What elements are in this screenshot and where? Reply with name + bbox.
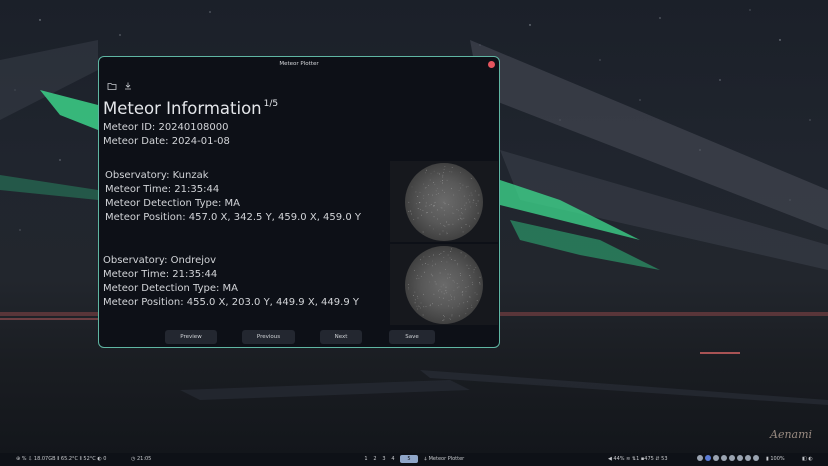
heading-text: Meteor Information xyxy=(103,99,262,118)
meteor-image-2 xyxy=(390,244,498,325)
page-indicator: 1/5 xyxy=(263,98,279,109)
download-icon[interactable] xyxy=(123,81,133,91)
workspace-3[interactable]: 3 xyxy=(380,455,388,463)
tray-icon-7[interactable] xyxy=(745,455,751,461)
window-title: Meteor Plotter xyxy=(279,61,319,67)
clock[interactable]: ◷ 21:05 xyxy=(131,456,151,462)
artist-signature: Aenami xyxy=(770,428,813,441)
network-status: ◀ 44% ≋ ⇅1 ▪475 ⇵ 53 xyxy=(608,456,668,462)
workspace-1[interactable]: 1 xyxy=(362,455,370,463)
system-tray xyxy=(697,455,761,462)
meteor-image-1 xyxy=(390,161,498,242)
battery-status: ▮ 100% xyxy=(766,456,785,462)
notification-icons[interactable]: ◧ ◐ xyxy=(802,456,813,462)
meteor-position-2: Meteor Position: 455.0 X, 203.0 Y, 449.9… xyxy=(103,297,359,308)
folder-icon[interactable] xyxy=(107,81,117,91)
observatory-2: Observatory: Ondrejov xyxy=(103,255,217,266)
tray-icon-6[interactable] xyxy=(737,455,743,461)
tray-icon-8[interactable] xyxy=(753,455,759,461)
observatory-1: Observatory: Kunzak xyxy=(105,170,209,181)
tray-icon-1[interactable] xyxy=(697,455,703,461)
previous-meteor-button[interactable]: Previous Meteor xyxy=(242,330,295,344)
tray-icon-2[interactable] xyxy=(705,455,711,461)
meteor-time-1: Meteor Time: 21:35:44 xyxy=(105,184,220,195)
meteor-date: Meteor Date: 2024-01-08 xyxy=(103,136,230,147)
workspace-4[interactable]: 4 xyxy=(389,455,397,463)
meteor-id: Meteor ID: 20240108000 xyxy=(103,122,229,133)
workspace-5[interactable]: 5 xyxy=(400,455,418,463)
save-meteors-button[interactable]: Save Meteors xyxy=(389,330,435,344)
meteor-position-1: Meteor Position: 457.0 X, 342.5 Y, 459.0… xyxy=(105,212,361,223)
workspace-2[interactable]: 2 xyxy=(371,455,379,463)
tray-icon-5[interactable] xyxy=(729,455,735,461)
page-title: Meteor Information 1/5 xyxy=(103,98,279,119)
system-stats: ⊕ % ⇩ 18.07GB ⦀ 65.2°C ⦀ 52°C ◐ 0 xyxy=(16,456,107,462)
next-meteor-button[interactable]: Next Meteor xyxy=(320,330,362,344)
preview-meteor-button[interactable]: Preview Meteor xyxy=(165,330,217,344)
tray-icon-3[interactable] xyxy=(713,455,719,461)
detection-type-1: Meteor Detection Type: MA xyxy=(105,198,241,209)
close-button[interactable] xyxy=(488,61,495,68)
meteor-plotter-window: Meteor Plotter Meteor Information 1/5 Met… xyxy=(98,56,500,348)
taskbar: ⊕ % ⇩ 18.07GB ⦀ 65.2°C ⦀ 52°C ◐ 0 ◷ 21:0… xyxy=(0,453,828,466)
taskbar-active-app[interactable]: ⍋ Meteor Plotter xyxy=(424,456,464,462)
window-titlebar[interactable]: Meteor Plotter xyxy=(99,57,499,74)
meteor-time-2: Meteor Time: 21:35:44 xyxy=(103,269,218,280)
detection-type-2: Meteor Detection Type: MA xyxy=(103,283,239,294)
tray-icon-4[interactable] xyxy=(721,455,727,461)
